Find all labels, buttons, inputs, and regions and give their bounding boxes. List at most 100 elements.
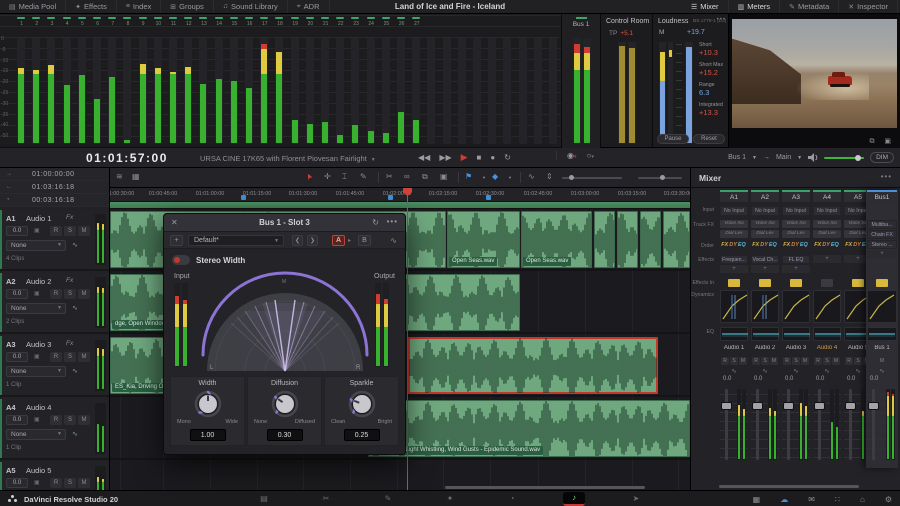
lock-icon[interactable]: ▣ — [34, 416, 40, 423]
timeline-scrollbar[interactable] — [445, 486, 645, 489]
effects-in-toggle[interactable] — [759, 279, 771, 287]
track-r-button[interactable]: R — [50, 478, 62, 488]
clip-open-seas[interactable]: Open Seas.wav — [521, 211, 592, 268]
next-preset-button[interactable]: ❯ — [307, 235, 318, 246]
eq-thumbnail[interactable] — [867, 327, 897, 341]
strip-name[interactable]: Audio 3 — [782, 345, 810, 351]
slider-handle[interactable] — [660, 175, 665, 180]
page-deliver[interactable]: ➤ — [625, 492, 647, 506]
clip[interactable] — [617, 211, 638, 268]
ab-compare-a-button[interactable]: A — [332, 235, 345, 246]
razor-tool-icon[interactable]: ✂ — [386, 172, 393, 181]
top-button-sound-library[interactable]: ♫Sound Library — [214, 0, 288, 13]
timeline-ruler[interactable]: 01:00:30:0001:00:45:0001:01:00:0001:01:1… — [110, 188, 690, 201]
link-clips-icon[interactable]: ∞ — [404, 172, 410, 181]
track-s-button[interactable]: S — [64, 226, 76, 236]
waveform-zoom-icon[interactable]: ∿ — [528, 172, 535, 181]
track-fx-pill[interactable]: Voice Iso — [813, 220, 841, 228]
strip-s-button[interactable]: S — [730, 357, 738, 365]
knob-dial[interactable] — [193, 389, 223, 419]
image-marker-icon[interactable]: ▣ — [440, 172, 448, 181]
knob-dial[interactable] — [270, 389, 300, 419]
page-color[interactable]: ◔ — [501, 492, 523, 506]
track-m-button[interactable]: M — [78, 352, 90, 362]
strip-automation-icon[interactable]: ∿ — [751, 367, 779, 375]
strip-m-button[interactable]: M — [770, 357, 778, 365]
strip-name[interactable]: Audio 4 — [813, 345, 841, 351]
input-selector[interactable]: No Input — [751, 206, 779, 216]
dynamics-thumbnail[interactable] — [782, 290, 810, 323]
clip-es-desert-light-whistling-wind-gusts-epidemic-sound[interactable]: ES_Desert, Light Whistling, Wind Gusts -… — [368, 400, 690, 457]
page-media[interactable]: ▤ — [253, 492, 275, 506]
track-m-button[interactable]: M — [78, 289, 90, 299]
strip-automation-icon[interactable]: ∿ — [782, 367, 810, 375]
automation-curve-icon[interactable]: ∿ — [72, 241, 78, 249]
track-r-button[interactable]: R — [50, 226, 62, 236]
automation-mode-dropdown[interactable]: None▼ — [6, 240, 66, 251]
playhead[interactable] — [407, 188, 408, 490]
clip[interactable] — [663, 211, 690, 268]
monitor-volume-slider[interactable] — [824, 157, 864, 159]
add-effect-button[interactable]: + — [782, 265, 810, 273]
fader-track[interactable] — [849, 389, 852, 460]
clip[interactable] — [594, 211, 615, 268]
strip-automation-icon[interactable]: ∿ — [813, 367, 841, 375]
input-selector[interactable]: No Input — [782, 206, 810, 216]
preset-dropdown[interactable]: Default*▼ — [188, 235, 284, 246]
top-button-metadata[interactable]: ✎Metadata — [780, 0, 839, 13]
automation-record-icon[interactable]: ◉▾ — [567, 151, 577, 160]
track-grid-icon[interactable]: ▦ — [132, 172, 140, 181]
track-header-a4[interactable]: A4Audio 42.00.0▣RSMNone▼∿1 Clip — [0, 399, 110, 460]
top-button-meters[interactable]: ▥Meters — [729, 0, 781, 13]
strip-r-button[interactable]: R — [783, 357, 791, 365]
prev-preset-button[interactable]: ❮ — [292, 235, 303, 246]
effect-slot[interactable]: Frequen... — [720, 255, 748, 264]
range-tool-icon[interactable]: ⌶ — [342, 172, 347, 182]
input-selector[interactable]: No Input — [720, 206, 748, 216]
strip-m-button[interactable]: M — [878, 357, 886, 365]
lock-icon[interactable]: ▣ — [34, 290, 40, 297]
mixer-strip-a4[interactable]: A4No InputVoice IsoDial LevFXDYEQ+Audio … — [812, 190, 842, 468]
strip-s-button[interactable]: S — [823, 357, 831, 365]
track-gain-field[interactable]: 0.0 — [6, 289, 28, 299]
strip-gain-value[interactable]: 0.0 — [867, 376, 897, 382]
pen-tool-icon[interactable]: ✎ — [360, 172, 367, 181]
top-button-groups[interactable]: ⊞Groups — [161, 0, 213, 13]
mixer-strip-a3[interactable]: A3No InputVoice IsoDial LevFXDYEQFL EQ+A… — [781, 190, 811, 468]
timeline-view-options-icon[interactable]: ≋ — [116, 172, 123, 181]
track-r-button[interactable]: R — [50, 289, 62, 299]
strip-name[interactable]: Audio 1 — [720, 345, 748, 351]
top-button-mixer[interactable]: ☰Mixer — [682, 0, 729, 13]
track-gain-field[interactable]: 0.0 — [6, 352, 28, 362]
zoom-slider[interactable] — [562, 177, 622, 179]
fader-track[interactable] — [725, 389, 728, 460]
automation-mode-dropdown[interactable]: None▼ — [6, 366, 66, 377]
track-zoom-slider[interactable] — [638, 177, 682, 179]
top-button-index[interactable]: ≡Index — [117, 0, 161, 13]
strip-input[interactable]: No Input — [751, 206, 779, 216]
mixer-strip-bus1[interactable]: Bus1Multiba...Chain FXStereo ...+Bus 1M∿… — [866, 190, 898, 468]
track-s-button[interactable]: S — [64, 352, 76, 362]
automation-curve-icon[interactable]: ∿ — [72, 430, 78, 438]
strip-gain-value[interactable]: 0.0 — [813, 376, 841, 382]
timeline-selector[interactable]: URSA CINE 17K65 with Florent Piovesan Fa… — [200, 154, 376, 163]
effects-in-toggle[interactable] — [728, 279, 740, 287]
play-button[interactable]: ▶ — [461, 152, 468, 163]
marker-icon[interactable]: ◆ — [492, 172, 498, 181]
knob-value-field[interactable]: 0.25 — [344, 429, 380, 441]
track-header-a2[interactable]: A2Audio 2Fx2.00.0▣RSMNone▼∿2 Clips — [0, 273, 110, 334]
stop-button[interactable]: ■ — [477, 153, 482, 162]
page-fusion[interactable]: ✦ — [439, 492, 461, 506]
effects-in-toggle[interactable] — [790, 279, 802, 287]
strip-m-button[interactable]: M — [739, 357, 747, 365]
knob-value-field[interactable]: 1.00 — [190, 429, 226, 441]
mixer-menu-icon[interactable]: ••• — [881, 172, 892, 181]
timeline-marker-icon[interactable] — [486, 195, 491, 200]
mixer-strip-a1[interactable]: A1No InputVoice IsoDial LevFXDYEQFrequen… — [719, 190, 749, 468]
add-effect-button[interactable]: + — [813, 255, 841, 263]
strip-s-button[interactable]: S — [761, 357, 769, 365]
strip-r-button[interactable]: R — [814, 357, 822, 365]
flag-chevron-icon[interactable]: ▼ — [482, 175, 486, 180]
fader-handle[interactable] — [814, 402, 825, 410]
strip-order[interactable]: FXDYEQ — [782, 242, 810, 248]
